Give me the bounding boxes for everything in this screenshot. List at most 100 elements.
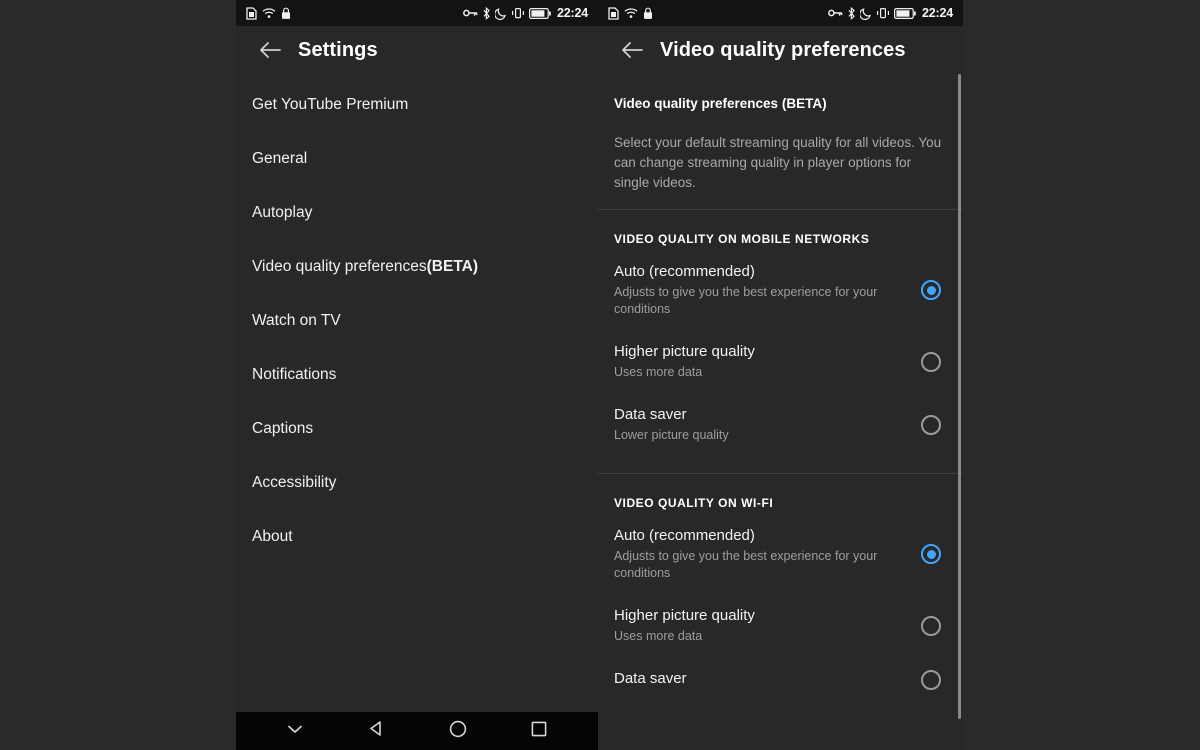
option-subtitle: Adjusts to give you the best experience … (614, 285, 878, 316)
status-bar-left-icons (608, 6, 653, 20)
status-bar-clock: 22:24 (922, 6, 953, 20)
beta-badge-label: (BETA) (426, 258, 479, 275)
option-row-wifi-auto[interactable]: Auto (recommended) Adjusts to give you t… (598, 514, 963, 594)
option-title: Higher picture quality (614, 607, 755, 624)
android-navigation-bar (236, 712, 598, 750)
do-not-disturb-moon-icon (495, 7, 507, 20)
option-row-mobile-data-saver[interactable]: Data saver Lower picture quality (598, 393, 963, 456)
status-bar-right-icons: 22:24 (828, 6, 953, 20)
battery-icon (529, 7, 551, 19)
intro-heading-text: Video quality preferences (614, 96, 782, 111)
bluetooth-icon (847, 6, 856, 20)
option-subtitle: Adjusts to give you the best experience … (614, 549, 878, 580)
settings-item-label: About (252, 528, 293, 545)
page-title: Settings (298, 38, 378, 61)
settings-menu-list: Get YouTube Premium General Autoplay Vid… (236, 78, 598, 750)
back-arrow-icon[interactable] (610, 28, 654, 72)
option-row-mobile-auto[interactable]: Auto (recommended) Adjusts to give you t… (598, 250, 963, 330)
option-title: Data saver (614, 670, 687, 687)
section-header-wifi: VIDEO QUALITY ON WI-FI (614, 496, 774, 510)
sidebar-item-video-quality-preferences[interactable]: Video quality preferences (BETA) (236, 240, 598, 294)
lock-icon (281, 7, 291, 20)
settings-item-label: Watch on TV (252, 312, 341, 329)
android-recents-button[interactable] (517, 712, 561, 750)
option-subtitle: Lower picture quality (614, 428, 729, 442)
vibrate-icon (876, 7, 890, 19)
scrollbar-track[interactable] (958, 74, 961, 719)
intro-block: Video quality preferences (BETA) Select … (598, 74, 963, 209)
android-back-button[interactable] (354, 712, 398, 750)
radio-button-mobile-higher-quality[interactable] (921, 351, 941, 372)
option-texts: Data saver Lower picture quality (614, 405, 921, 444)
do-not-disturb-moon-icon (860, 7, 872, 20)
option-texts: Auto (recommended) Adjusts to give you t… (614, 526, 921, 582)
vibrate-icon (511, 7, 525, 19)
section-header-mobile-networks: VIDEO QUALITY ON MOBILE NETWORKS (614, 232, 870, 246)
option-subtitle: Uses more data (614, 365, 703, 379)
sidebar-item-about[interactable]: About (236, 510, 598, 564)
beta-badge-label: (BETA) (781, 96, 827, 111)
option-texts: Higher picture quality Uses more data (614, 606, 921, 645)
sidebar-item-accessibility[interactable]: Accessibility (236, 456, 598, 510)
video-quality-scroll-area[interactable]: Video quality preferences (BETA) Select … (598, 74, 963, 750)
hide-keyboard-button[interactable] (273, 712, 317, 750)
option-texts: Higher picture quality Uses more data (614, 342, 921, 381)
settings-item-label: Video quality preferences (252, 258, 427, 275)
option-title: Auto (recommended) (614, 527, 755, 544)
wifi-icon (262, 7, 276, 19)
settings-app-bar: Settings (236, 26, 598, 74)
sim-card-icon (608, 6, 619, 20)
settings-item-label: Accessibility (252, 474, 337, 491)
settings-item-label: Get YouTube Premium (252, 96, 409, 113)
option-row-wifi-higher-quality[interactable]: Higher picture quality Uses more data (598, 594, 963, 657)
option-texts: Auto (recommended) Adjusts to give you t… (614, 262, 921, 318)
option-row-mobile-higher-quality[interactable]: Higher picture quality Uses more data (598, 330, 963, 393)
intro-heading: Video quality preferences (BETA) (614, 96, 943, 111)
lock-icon (643, 7, 653, 20)
bluetooth-icon (482, 6, 491, 20)
status-bar-clock: 22:24 (557, 6, 588, 20)
sidebar-item-captions[interactable]: Captions (236, 402, 598, 456)
video-quality-preferences-screen: 22:24 Video quality preferences Video qu… (598, 0, 963, 750)
screenshot-root: 22:24 Settings Get YouTube Premium Gener… (0, 0, 1200, 750)
scrollbar-thumb[interactable] (958, 74, 961, 719)
radio-button-wifi-higher-quality[interactable] (921, 615, 941, 636)
radio-button-wifi-data-saver[interactable] (921, 670, 941, 690)
wifi-icon (624, 7, 638, 19)
radio-button-mobile-data-saver[interactable] (921, 414, 941, 435)
radio-button-mobile-auto[interactable] (921, 280, 941, 300)
status-bar-left-icons (246, 6, 291, 20)
settings-item-label: Notifications (252, 366, 337, 383)
vpn-key-icon (463, 8, 478, 18)
sim-card-icon (246, 6, 257, 20)
sidebar-item-notifications[interactable]: Notifications (236, 348, 598, 402)
sidebar-item-autoplay[interactable]: Autoplay (236, 186, 598, 240)
status-bar-left: 22:24 (236, 0, 598, 26)
option-subtitle: Uses more data (614, 629, 703, 643)
option-title: Data saver (614, 406, 687, 423)
settings-item-label: Autoplay (252, 204, 313, 221)
back-arrow-icon[interactable] (248, 28, 292, 72)
page-title: Video quality preferences (660, 38, 906, 61)
video-quality-app-bar: Video quality preferences (598, 26, 963, 74)
sidebar-item-general[interactable]: General (236, 132, 598, 186)
sidebar-item-get-youtube-premium[interactable]: Get YouTube Premium (236, 78, 598, 132)
android-home-button[interactable] (436, 712, 480, 750)
status-bar-right: 22:24 (598, 0, 963, 26)
settings-item-label: Captions (252, 420, 314, 437)
radio-button-wifi-auto[interactable] (921, 544, 941, 564)
status-bar-right-icons: 22:24 (463, 6, 588, 20)
option-title: Auto (recommended) (614, 263, 755, 280)
option-title: Higher picture quality (614, 343, 755, 360)
sidebar-item-watch-on-tv[interactable]: Watch on TV (236, 294, 598, 348)
intro-description: Select your default streaming quality fo… (614, 135, 942, 190)
chevron-down-icon (285, 722, 305, 741)
recents-square-icon (530, 720, 548, 743)
option-row-wifi-data-saver[interactable]: Data saver (598, 657, 963, 703)
settings-screen: 22:24 Settings Get YouTube Premium Gener… (236, 0, 598, 750)
vpn-key-icon (828, 8, 843, 18)
home-circle-icon (448, 719, 468, 744)
battery-icon (894, 7, 916, 19)
back-triangle-icon (367, 719, 385, 743)
settings-item-label: General (252, 150, 308, 167)
